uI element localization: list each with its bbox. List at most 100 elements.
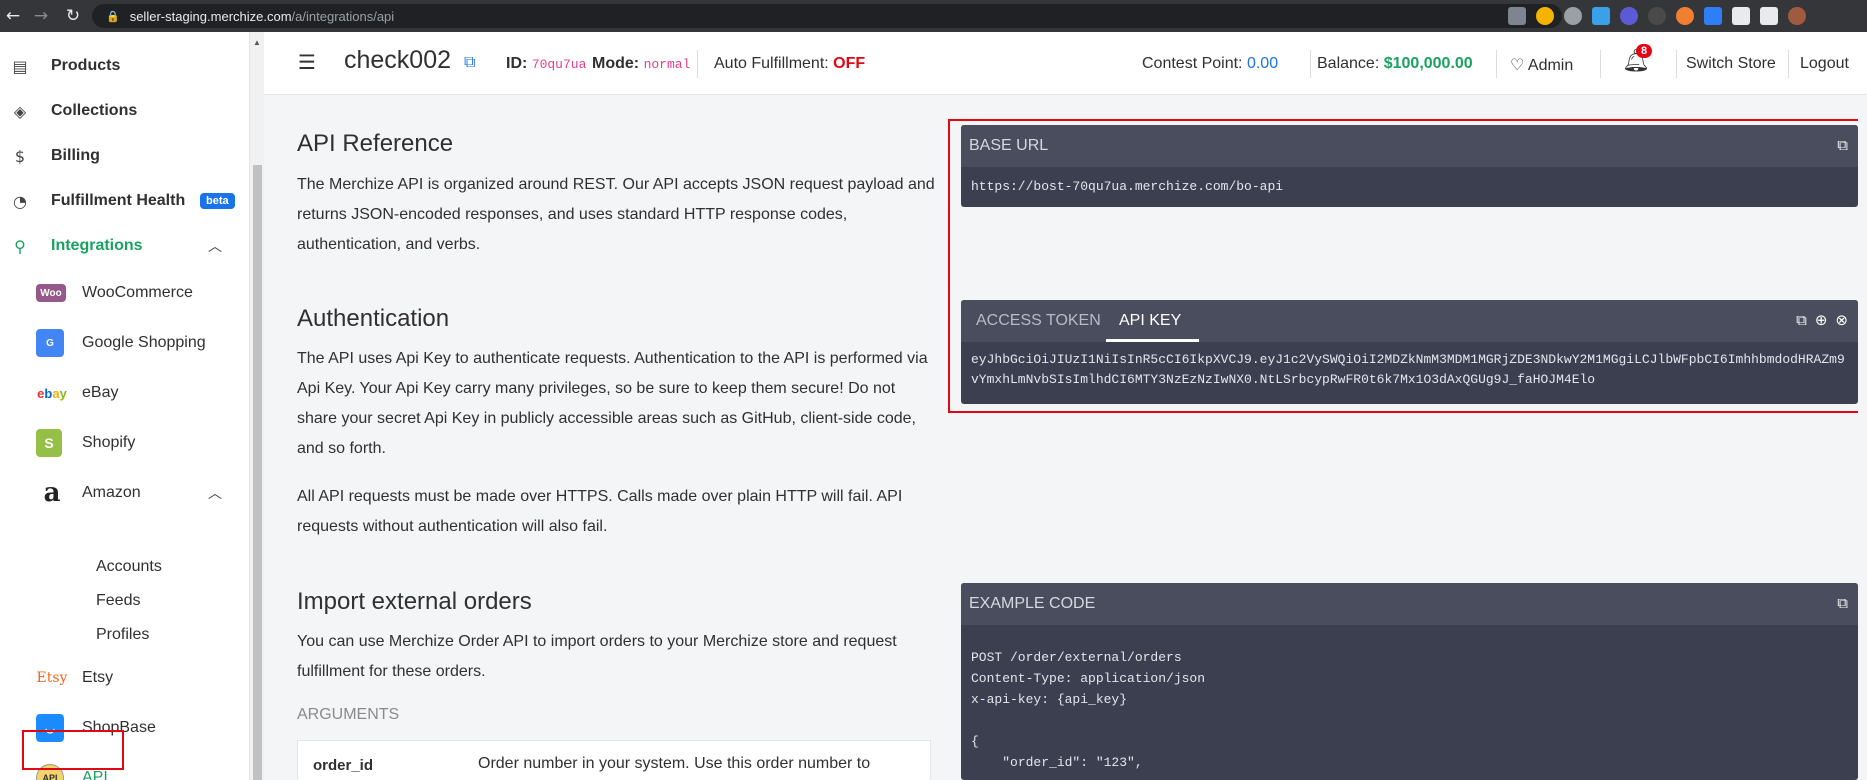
store-mode-value: normal (643, 57, 691, 72)
authentication-text: The API uses Api Key to authenticate req… (297, 350, 928, 457)
credentials-highlight-box (948, 119, 1864, 413)
header-divider (1676, 50, 1677, 78)
sidebar-item-label: API (82, 769, 108, 780)
sidebar-item-collections[interactable]: ◈ Collections (0, 91, 249, 131)
sidebar-item-label: Google Shopping (82, 334, 206, 351)
store-mode-label: Mode: (592, 55, 640, 72)
plug-icon: ⚲ (14, 236, 26, 256)
sidebar-item-ebay[interactable]: ebay eBay (0, 373, 249, 413)
sidebar-item-label: Collections (51, 102, 138, 119)
beta-badge: beta (200, 193, 235, 209)
sidebar-item-amazon[interactable]: a Amazon ︿ (0, 473, 249, 513)
arguments-table: order_id Order number in your system. Us… (297, 740, 931, 780)
extension-sync-icon[interactable] (1564, 7, 1582, 25)
url-path: /a/integrations/api (291, 8, 395, 24)
store-id-value: 70qu7ua (531, 57, 587, 72)
example-code-panel-header: EXAMPLE CODE ⧉ (961, 583, 1858, 625)
sidebar-item-shopify[interactable]: S Shopify (0, 423, 249, 463)
sidebar-item-billing[interactable]: $ Billing (0, 136, 249, 176)
auto-fulfillment-status: Auto Fulfillment: OFF (714, 55, 865, 73)
extension-circle-icon[interactable] (1648, 7, 1666, 25)
scroll-up-arrow-icon[interactable]: ▲ (253, 38, 261, 47)
switch-store-button[interactable]: Switch Store (1686, 55, 1776, 73)
extension-grid-icon[interactable] (1592, 7, 1610, 25)
api-reference-text: The Merchize API is organized around RES… (297, 176, 935, 253)
import-orders-title: Import external orders (297, 588, 532, 615)
box-icon: ▤ (12, 56, 28, 76)
extension-video-icon[interactable] (1704, 7, 1722, 25)
header-divider (697, 50, 698, 78)
arg-key: order_id (313, 757, 374, 774)
sidebar-item-label: Etsy (82, 669, 114, 686)
sidebar-item-label: WooCommerce (82, 284, 193, 301)
logout-button[interactable]: Logout (1800, 55, 1849, 73)
example-code-body: POST /order/external/orders Content-Type… (971, 650, 1206, 770)
notification-count-badge: 8 (1636, 44, 1653, 58)
api-reference-title: API Reference (297, 130, 454, 157)
contest-point: Contest Point: 0.00 (1142, 55, 1278, 73)
copy-icon[interactable]: ⧉ (1837, 594, 1848, 612)
amazon-logo-icon: a (43, 478, 61, 508)
store-id: ID: 70qu7ua (506, 55, 586, 73)
contest-point-value: 0.00 (1246, 55, 1279, 72)
pie-chart-icon: ◔ (13, 191, 27, 211)
store-name: check002 (344, 46, 452, 74)
sidebar-item-label: Amazon (82, 484, 141, 501)
heart-icon: ♡ (1510, 55, 1525, 74)
address-bar[interactable]: 🔒 seller-staging.merchize.com/a/integrat… (92, 4, 1562, 28)
extension-gear-icon[interactable] (1620, 7, 1638, 25)
https-requirement-text: All API requests must be made over HTTPS… (297, 488, 903, 535)
extension-bar (1508, 7, 1806, 25)
admin-label: Admin (1527, 57, 1574, 74)
extension-drop-icon[interactable] (1676, 7, 1694, 25)
extension-puzzle-icon[interactable] (1732, 7, 1750, 25)
extension-code-icon[interactable] (1508, 7, 1526, 25)
main-scrollbar[interactable] (1858, 95, 1867, 780)
example-code-panel: EXAMPLE CODE ⧉ POST /order/external/orde… (961, 583, 1858, 780)
sidebar-item-label: Products (51, 57, 121, 74)
sidebar-item-etsy[interactable]: Etsy Etsy (0, 658, 249, 698)
google-shopping-logo-icon: G (36, 329, 64, 357)
sidebar-item-label: Fulfillment Health (51, 192, 186, 209)
reload-icon[interactable]: ↻ (60, 6, 86, 26)
arguments-label: ARGUMENTS (297, 706, 400, 723)
url-host: seller-staging.merchize.com (129, 8, 292, 24)
auto-fulfillment-label: Auto Fulfillment: (714, 55, 829, 72)
sidebar-subitem-label: Feeds (96, 592, 141, 609)
sidebar-toggle-icon[interactable] (1760, 7, 1778, 25)
profile-avatar-icon[interactable] (1788, 7, 1806, 25)
sidebar-item-integrations[interactable]: ⚲ Integrations ︿ (0, 226, 249, 266)
lock-icon: 🔒 (106, 9, 120, 23)
back-arrow-icon[interactable]: ← (0, 6, 26, 26)
api-highlight-box (22, 730, 124, 770)
sidebar-item-google-shopping[interactable]: G Google Shopping (0, 323, 249, 363)
browser-toolbar: ← → ↻ 🔒 seller-staging.merchize.com/a/in… (0, 0, 1867, 32)
chevron-up-icon[interactable]: ︿ (208, 236, 222, 256)
external-link-icon[interactable]: ⧉ (464, 52, 475, 72)
arg-description: Order number in your system. Use this or… (478, 755, 871, 772)
sidebar-item-fulfillment-health[interactable]: ◔ Fulfillment Health beta (0, 181, 249, 221)
import-orders-text: You can use Merchize Order API to import… (297, 633, 897, 680)
sidebar: ▤ Products ◈ Collections $ Billing ◔ Ful… (0, 32, 250, 780)
ebay-logo-icon: ebay (37, 385, 67, 401)
cube-icon: ◈ (13, 101, 27, 121)
sidebar-item-products[interactable]: ▤ Products (0, 46, 249, 86)
sidebar-item-woocommerce[interactable]: Woo WooCommerce (0, 273, 249, 313)
store-id-label: ID: (506, 55, 528, 72)
admin-link[interactable]: ♡ Admin (1510, 55, 1573, 75)
sidebar-item-label: Integrations (51, 237, 143, 254)
example-code-title: EXAMPLE CODE (969, 595, 1096, 612)
contest-point-label: Contest Point: (1142, 55, 1243, 72)
balance: Balance: $100,000.00 (1317, 55, 1473, 73)
top-header: ☰ check002 ⧉ ID: 70qu7ua Mode: normal Au… (264, 32, 1867, 95)
chevron-up-icon[interactable]: ︿ (208, 483, 222, 503)
balance-value: $100,000.00 (1383, 55, 1473, 72)
extension-chrome-icon[interactable] (1536, 7, 1554, 25)
hamburger-menu-icon[interactable]: ☰ (298, 50, 316, 74)
sidebar-scrollbar-thumb[interactable] (253, 165, 262, 780)
forward-arrow-icon[interactable]: → (28, 6, 54, 26)
etsy-logo-icon: Etsy (36, 670, 68, 686)
sidebar-item-amazon-profiles[interactable]: Profiles (0, 615, 249, 655)
header-divider (1496, 50, 1497, 78)
shopify-logo-icon: S (36, 429, 62, 457)
